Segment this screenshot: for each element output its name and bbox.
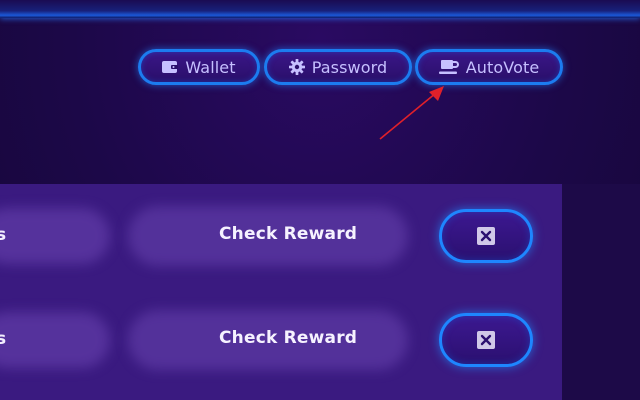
password-button[interactable]: Password <box>264 49 412 85</box>
row-truncated-text: s <box>0 225 7 245</box>
autovote-button[interactable]: AutoVote <box>415 49 563 85</box>
password-button-label: Password <box>311 57 388 77</box>
top-header-bar <box>0 0 640 18</box>
remove-button[interactable] <box>439 209 533 263</box>
wallet-button[interactable]: Wallet <box>138 49 260 85</box>
panel-side-gutter <box>562 184 640 400</box>
close-box-icon <box>477 331 495 349</box>
coffee-cup-icon <box>438 59 459 75</box>
list-item: s Check Reward <box>0 184 562 284</box>
wallet-icon <box>162 60 179 74</box>
gear-icon <box>288 59 305 75</box>
blurred-region <box>0 208 110 264</box>
blurred-region <box>0 312 110 368</box>
autovote-button-label: AutoVote <box>465 57 540 77</box>
check-reward-link[interactable]: Check Reward <box>219 328 357 348</box>
check-reward-link[interactable]: Check Reward <box>219 224 357 244</box>
list-item: s Check Reward <box>0 288 562 388</box>
row-truncated-text: s <box>0 329 7 349</box>
wallet-button-label: Wallet <box>185 57 236 77</box>
remove-button[interactable] <box>439 313 533 367</box>
close-box-icon <box>477 227 495 245</box>
